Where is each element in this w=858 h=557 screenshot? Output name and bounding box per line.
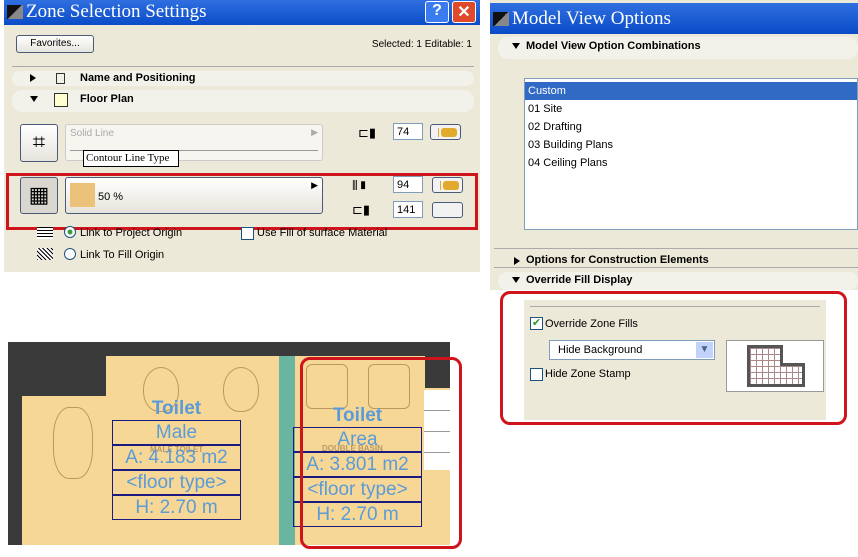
dialog-title-bar: Zone Selection Settings ? ✕	[4, 0, 480, 25]
collapse-arrow-icon	[512, 43, 520, 49]
selection-status: Selected: 1 Editable: 1	[371, 39, 472, 50]
archicad-logo-icon	[493, 12, 509, 26]
document-icon	[56, 73, 65, 84]
section-label: Override Fill Display	[526, 274, 633, 286]
section-label: Options for Construction Elements	[526, 254, 709, 266]
highlight-box	[6, 173, 478, 230]
zone-name: Toilet	[151, 398, 202, 419]
checkbox-label: Use Fill of surface Material	[257, 227, 388, 239]
section-label: Model View Option Combinations	[526, 40, 701, 52]
model-view-options-dialog: Model View Options Model View Option Com…	[490, 0, 858, 290]
contour-pen-input[interactable]: 74	[393, 123, 423, 140]
radio-label: Link To Fill Origin	[80, 249, 165, 261]
list-item[interactable]: Custom	[525, 82, 857, 100]
section-name-positioning[interactable]: Name and Positioning	[12, 71, 474, 86]
contour-pen-icon: ⊏▮	[358, 125, 377, 140]
hatch-origin-icon	[37, 248, 53, 260]
zone-area: A: 4.183 m2	[112, 445, 241, 470]
section-label: Floor Plan	[80, 93, 134, 105]
expand-arrow-icon	[30, 74, 36, 82]
zone-shape-icon	[54, 93, 68, 107]
list-item[interactable]: 04 Ceiling Plans	[525, 154, 857, 172]
section-construction[interactable]: Options for Construction Elements	[498, 254, 858, 268]
chevron-right-icon: ▶	[311, 127, 318, 137]
archicad-logo-icon	[7, 5, 23, 19]
list-item[interactable]: 01 Site	[525, 100, 857, 118]
help-button[interactable]: ?	[425, 1, 449, 23]
zone-height: H: 2.70 m	[112, 495, 241, 520]
divider	[12, 66, 474, 67]
close-button[interactable]: ✕	[452, 1, 476, 23]
highlight-box	[500, 291, 847, 425]
list-item[interactable]: 03 Building Plans	[525, 136, 857, 154]
section-combinations[interactable]: Model View Option Combinations	[498, 37, 858, 59]
use-fill-checkbox[interactable]	[241, 227, 254, 240]
collapse-arrow-icon	[30, 96, 38, 102]
dialog-title: Zone Selection Settings	[26, 1, 207, 22]
dialog-title-bar: Model View Options	[490, 3, 858, 34]
radio-project-origin[interactable]	[64, 226, 76, 238]
radio-fill-origin[interactable]	[64, 248, 76, 260]
divider	[494, 248, 858, 249]
combinations-list[interactable]: Custom 01 Site 02 Drafting 03 Building P…	[524, 78, 858, 230]
collapse-arrow-icon	[512, 277, 520, 283]
highlight-box	[300, 357, 462, 549]
dialog-title: Model View Options	[512, 8, 671, 29]
zone-selection-dialog: Zone Selection Settings ? ✕ Favorites...…	[4, 0, 480, 272]
zone-stamp[interactable]: Toilet Male A: 4.183 m2 <floor type> H: …	[112, 398, 241, 520]
divider	[494, 267, 858, 268]
section-label: Name and Positioning	[80, 72, 196, 84]
expand-arrow-icon	[514, 257, 520, 265]
fill-pattern-icon	[37, 227, 53, 239]
favorites-button[interactable]: Favorites...	[16, 35, 94, 53]
zone-floor-type: <floor type>	[112, 470, 241, 495]
toilet-fixture	[53, 407, 93, 479]
radio-label: Link to Project Origin	[80, 227, 183, 239]
contour-color-button[interactable]	[430, 124, 461, 140]
line-type-value: Solid Line	[70, 128, 114, 139]
zone-number: Male	[112, 420, 241, 445]
section-override-fill[interactable]: Override Fill Display	[498, 272, 858, 290]
list-item[interactable]: 02 Drafting	[525, 118, 857, 136]
contour-toggle-button[interactable]: ⌗	[20, 124, 58, 162]
section-floor-plan[interactable]: Floor Plan	[12, 90, 474, 112]
tooltip: Contour Line Type	[83, 150, 179, 167]
